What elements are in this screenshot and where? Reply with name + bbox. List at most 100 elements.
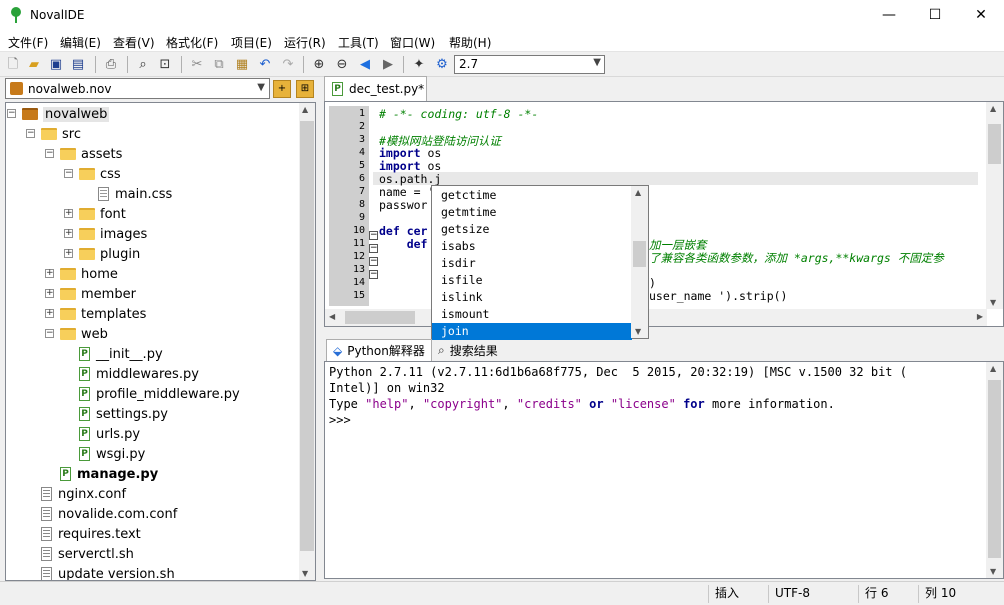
code-line[interactable]: def cer: [379, 224, 427, 238]
collapse-icon[interactable]: −: [64, 169, 73, 178]
tree-item[interactable]: Psettings.py: [79, 404, 168, 424]
scroll-down-icon[interactable]: ▼: [990, 567, 996, 576]
tree-item[interactable]: − src: [26, 124, 81, 144]
code-line[interactable]: import os: [379, 146, 441, 160]
autocomplete-item[interactable]: isabs: [432, 238, 632, 255]
new-file-icon[interactable]: 🗋: [4, 55, 22, 73]
menu-project[interactable]: 项目(E): [231, 34, 272, 51]
scroll-up-icon[interactable]: ▲: [302, 105, 308, 114]
open-folder-icon[interactable]: ▰: [25, 55, 43, 73]
autocomplete-item[interactable]: isdir: [432, 255, 632, 272]
scroll-down-icon[interactable]: ▼: [302, 569, 308, 578]
editor-vertical-scrollbar[interactable]: ▲ ▼: [986, 102, 1003, 309]
find-icon[interactable]: ⌕: [134, 55, 152, 73]
menu-view[interactable]: 查看(V): [113, 34, 155, 51]
tree-item[interactable]: + templates: [45, 304, 146, 324]
minimize-button[interactable]: —: [866, 0, 912, 30]
tree-item[interactable]: serverctl.sh: [41, 544, 134, 564]
collapse-icon[interactable]: −: [7, 109, 16, 118]
menu-format[interactable]: 格式化(F): [166, 34, 218, 51]
menu-tools[interactable]: 工具(T): [338, 34, 379, 51]
tree-item[interactable]: Purls.py: [79, 424, 140, 444]
expand-icon[interactable]: +: [64, 229, 73, 238]
autocomplete-item[interactable]: join: [432, 323, 632, 340]
tree-item[interactable]: + images: [64, 224, 147, 244]
cut-icon[interactable]: ✂: [188, 55, 206, 73]
tree-scrollbar[interactable]: ▲ ▼: [299, 103, 315, 580]
add-folder-icon[interactable]: +: [273, 80, 291, 98]
tab-python-interpreter[interactable]: ⬙ Python解释器: [326, 339, 432, 361]
print-icon[interactable]: ⎙: [102, 55, 120, 73]
scroll-thumb[interactable]: [345, 311, 415, 324]
scroll-down-icon[interactable]: ▼: [635, 327, 641, 336]
console-prompt[interactable]: >>>: [329, 413, 351, 427]
autocomplete-item[interactable]: islink: [432, 289, 632, 306]
code-line[interactable]: import os: [379, 159, 441, 173]
project-select[interactable]: novalweb.nov ▼: [5, 78, 270, 99]
autocomplete-item[interactable]: ismount: [432, 306, 632, 323]
scroll-up-icon[interactable]: ▲: [635, 188, 641, 197]
save-icon[interactable]: ▣: [47, 55, 65, 73]
fold-toggle-icon[interactable]: −: [369, 231, 378, 240]
expand-icon[interactable]: +: [45, 269, 54, 278]
autocomplete-item[interactable]: getsize: [432, 221, 632, 238]
tab-dec-test[interactable]: P dec_test.py*: [324, 76, 427, 101]
project-properties-icon[interactable]: ⊞: [296, 80, 314, 98]
code-line[interactable]: os.path.j: [379, 172, 441, 186]
expand-icon[interactable]: +: [64, 249, 73, 258]
tree-item[interactable]: − novalweb: [7, 104, 110, 124]
tree-item[interactable]: requires.text: [41, 524, 141, 544]
print-preview-icon[interactable]: ⊡: [156, 55, 174, 73]
scroll-thumb[interactable]: [300, 121, 314, 551]
tree-item[interactable]: nginx.conf: [41, 484, 126, 504]
paste-icon[interactable]: ▦: [233, 55, 251, 73]
scroll-down-icon[interactable]: ▼: [990, 298, 996, 307]
tree-item[interactable]: main.css: [98, 184, 172, 204]
python-console[interactable]: Python 2.7.11 (v2.7.11:6d1b6a68f775, Dec…: [324, 361, 1004, 579]
menu-window[interactable]: 窗口(W): [390, 34, 435, 51]
redo-icon[interactable]: ↷: [279, 55, 297, 73]
code-line[interactable]: # -*- coding: utf-8 -*-: [379, 107, 538, 121]
tree-item[interactable]: + font: [64, 204, 126, 224]
tree-item[interactable]: update version.sh: [41, 564, 175, 580]
scroll-left-icon[interactable]: ◀: [329, 312, 335, 321]
tree-item[interactable]: Pmanage.py: [60, 464, 158, 484]
save-all-icon[interactable]: ▤: [69, 55, 87, 73]
console-scrollbar[interactable]: ▲ ▼: [986, 362, 1003, 578]
collapse-icon[interactable]: −: [26, 129, 35, 138]
autocomplete-scrollbar[interactable]: ▲ ▼: [631, 186, 648, 338]
tree-item[interactable]: + member: [45, 284, 136, 304]
expand-icon[interactable]: +: [64, 209, 73, 218]
autocomplete-item[interactable]: getmtime: [432, 204, 632, 221]
copy-icon[interactable]: ⧉: [210, 55, 228, 73]
tree-item[interactable]: − css: [64, 164, 121, 184]
menu-help[interactable]: 帮助(H): [449, 34, 491, 51]
code-line[interactable]: name = ': [379, 185, 434, 199]
scroll-up-icon[interactable]: ▲: [990, 364, 996, 373]
scroll-up-icon[interactable]: ▲: [990, 104, 996, 113]
zoom-out-icon[interactable]: ⊖: [333, 55, 351, 73]
tree-item[interactable]: novalide.com.conf: [41, 504, 177, 524]
back-arrow-icon[interactable]: ◀: [356, 55, 374, 73]
editor-horizontal-scrollbar[interactable]: ◀ ▶: [325, 309, 987, 326]
collapse-icon[interactable]: −: [45, 149, 54, 158]
debug-gear-icon[interactable]: ⚙: [433, 55, 451, 73]
expand-icon[interactable]: +: [45, 309, 54, 318]
scroll-thumb[interactable]: [988, 124, 1001, 164]
tree-item[interactable]: + plugin: [64, 244, 140, 264]
scroll-thumb[interactable]: [633, 241, 646, 267]
project-tree[interactable]: − novalweb − src − assets − css main.css + font + im…: [5, 102, 316, 581]
fold-toggle-icon[interactable]: −: [369, 257, 378, 266]
fold-toggle-icon[interactable]: −: [369, 244, 378, 253]
tree-item[interactable]: Pwsgi.py: [79, 444, 145, 464]
undo-icon[interactable]: ↶: [256, 55, 274, 73]
code-line[interactable]: def: [379, 237, 428, 251]
scroll-right-icon[interactable]: ▶: [977, 312, 983, 321]
fold-toggle-icon[interactable]: −: [369, 270, 378, 279]
autocomplete-item[interactable]: isfile: [432, 272, 632, 289]
expand-icon[interactable]: +: [45, 289, 54, 298]
menu-run[interactable]: 运行(R): [284, 34, 326, 51]
code-editor[interactable]: 1 2 3 4 5 6 7 8 9 10 11 12 13 14 15 # -*- coding: utf-…: [324, 101, 1004, 327]
tree-item[interactable]: P __init__.py: [79, 344, 163, 364]
interpreter-version-select[interactable]: 2.7 ▼: [454, 55, 605, 74]
